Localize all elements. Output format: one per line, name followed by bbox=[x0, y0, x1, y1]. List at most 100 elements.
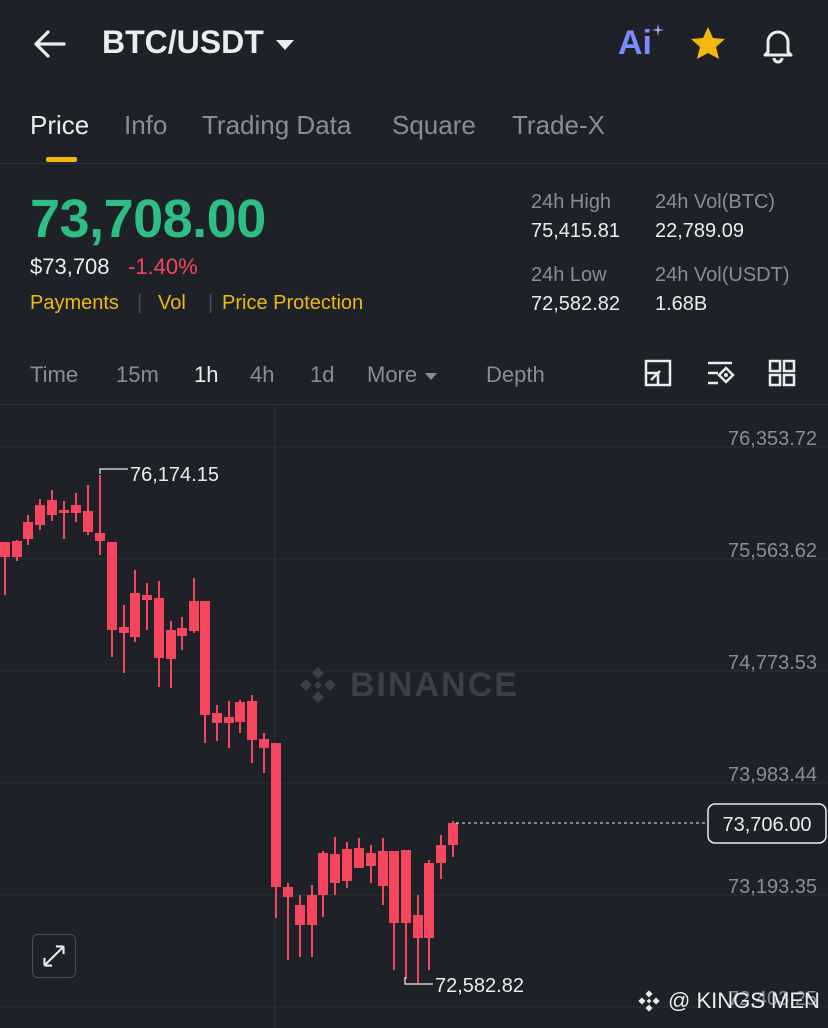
candle-body bbox=[23, 522, 33, 539]
grid-layout-icon[interactable] bbox=[767, 358, 797, 388]
pair-title: BTC/USDT bbox=[102, 24, 264, 60]
y-tick-label: 73,983.44 bbox=[728, 764, 817, 786]
payments-link[interactable]: Payments bbox=[30, 292, 119, 315]
candle-body bbox=[448, 823, 458, 845]
candles bbox=[0, 475, 458, 983]
bell-icon[interactable] bbox=[758, 24, 798, 64]
tab-price[interactable]: Price bbox=[30, 110, 89, 141]
low-label: 24h Low bbox=[531, 264, 607, 286]
pair-selector[interactable]: BTC/USDT bbox=[102, 24, 294, 61]
candle-body bbox=[0, 542, 10, 557]
depth-tab[interactable]: Depth bbox=[486, 362, 545, 388]
low-marker-label: 72,582.82 bbox=[435, 975, 524, 997]
candle-body bbox=[154, 598, 164, 658]
candle-body bbox=[59, 510, 69, 513]
candle-body bbox=[247, 701, 257, 740]
high-marker-label: 76,174.15 bbox=[130, 464, 219, 486]
top-bar: BTC/USDT Ai bbox=[0, 0, 828, 90]
candle-body bbox=[130, 593, 140, 637]
y-tick-label: 75,563.62 bbox=[728, 540, 817, 562]
binance-logo-icon bbox=[638, 990, 660, 1012]
candle-body bbox=[424, 863, 434, 938]
interval-4h[interactable]: 4h bbox=[250, 362, 274, 388]
separator: | bbox=[137, 292, 143, 314]
separator: | bbox=[208, 292, 214, 314]
tab-square[interactable]: Square bbox=[392, 110, 476, 141]
candle-body bbox=[413, 915, 423, 938]
candle-body bbox=[212, 713, 222, 723]
low-value: 72,582.82 bbox=[531, 293, 620, 315]
fullscreen-chart-icon[interactable] bbox=[643, 358, 673, 388]
candle-body bbox=[224, 717, 234, 723]
candle-body bbox=[235, 702, 245, 722]
interval-more[interactable]: More bbox=[367, 362, 438, 388]
back-arrow-icon[interactable] bbox=[30, 26, 70, 62]
chart-settings-icon[interactable] bbox=[705, 358, 735, 388]
y-tick-label: 74,773.53 bbox=[728, 652, 817, 674]
price-protection-link[interactable]: Price Protection bbox=[222, 292, 363, 315]
candle-body bbox=[12, 541, 22, 557]
candle-body bbox=[71, 505, 81, 513]
high-label: 24h High bbox=[531, 191, 612, 213]
active-tab-indicator bbox=[46, 157, 77, 162]
tab-info[interactable]: Info bbox=[124, 110, 167, 141]
candle-body bbox=[283, 887, 293, 897]
fiat-price: $73,708 bbox=[30, 254, 110, 279]
star-icon[interactable] bbox=[688, 24, 728, 64]
vol-usdt-label: 24h Vol(USDT) bbox=[655, 264, 790, 286]
high-marker-line bbox=[99, 468, 128, 474]
vol-btc-label: 24h Vol(BTC) bbox=[655, 191, 776, 213]
candle-body bbox=[107, 542, 117, 630]
candle-body bbox=[330, 854, 340, 883]
price-markers: 76,174.15 72,582.82 73,706.00 bbox=[99, 464, 827, 997]
binance-watermark: BINANCE bbox=[296, 663, 519, 707]
candle-body bbox=[189, 601, 199, 631]
watermark-credit: @ KINGS MEN bbox=[636, 988, 820, 1014]
ai-icon[interactable]: Ai bbox=[618, 24, 664, 63]
candle-body bbox=[177, 628, 187, 636]
high-value: 75,415.81 bbox=[531, 220, 620, 242]
y-tick-label: 73,193.35 bbox=[728, 876, 817, 898]
tab-trading-data[interactable]: Trading Data bbox=[202, 110, 351, 141]
candle-body bbox=[295, 905, 305, 925]
interval-1d[interactable]: 1d bbox=[310, 362, 334, 388]
candle-body bbox=[35, 505, 45, 525]
sparkle-icon bbox=[652, 24, 664, 36]
interval-time[interactable]: Time bbox=[30, 362, 78, 388]
candle-body bbox=[342, 849, 352, 881]
candle-body bbox=[47, 500, 57, 515]
candle-body bbox=[271, 743, 281, 887]
price-change: -1.40% bbox=[128, 254, 198, 279]
candle-body bbox=[166, 630, 176, 659]
candle-body bbox=[259, 739, 269, 748]
candle-body bbox=[318, 853, 328, 895]
candle-body bbox=[366, 853, 376, 866]
current-price-label: 73,706.00 bbox=[723, 814, 812, 836]
candle-body bbox=[200, 601, 210, 715]
interval-15m[interactable]: 15m bbox=[116, 362, 159, 388]
binance-logo-icon bbox=[300, 667, 336, 703]
vol-usdt-value: 1.68B bbox=[655, 293, 708, 315]
interval-bar: Time 15m 1h 4h 1d More Depth bbox=[0, 350, 828, 404]
candle-body bbox=[142, 595, 152, 600]
tab-bar: Price Info Trading Data Square Trade-X bbox=[0, 98, 828, 164]
chart-canvas[interactable]: 76,353.72 75,563.62 74,773.53 73,983.44 73,1… bbox=[0, 405, 828, 1028]
candle-body bbox=[95, 533, 105, 541]
chevron-down-icon bbox=[425, 372, 438, 380]
candle-body bbox=[354, 848, 364, 868]
chevron-down-icon bbox=[275, 39, 294, 50]
candle-body bbox=[389, 851, 399, 923]
last-price: 73,708.00 bbox=[30, 189, 266, 249]
expand-icon[interactable] bbox=[32, 934, 76, 978]
vol-link[interactable]: Vol bbox=[158, 292, 186, 315]
candlestick-chart[interactable]: 76,353.72 75,563.62 74,773.53 73,983.44 73,1… bbox=[0, 404, 828, 1028]
y-tick-label: 76,353.72 bbox=[728, 428, 817, 450]
interval-1h[interactable]: 1h bbox=[194, 362, 218, 388]
candle-body bbox=[119, 627, 129, 633]
vol-btc-value: 22,789.09 bbox=[655, 220, 744, 242]
tab-trade-x[interactable]: Trade-X bbox=[512, 110, 605, 141]
candle-body bbox=[307, 895, 317, 925]
candle-body bbox=[378, 851, 388, 886]
candle-body bbox=[401, 850, 411, 923]
candle-body bbox=[436, 845, 446, 863]
